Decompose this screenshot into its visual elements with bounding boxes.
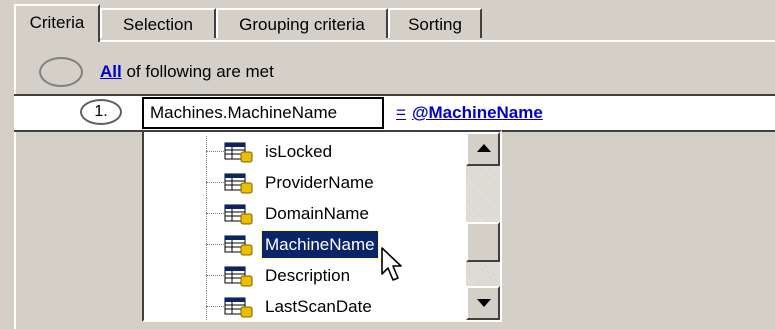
- condition-expression: = @MachineName: [396, 98, 543, 128]
- field-dropdown-list[interactable]: isLocked ProviderName DomainName Machine…: [142, 130, 502, 322]
- list-item[interactable]: ProviderName: [144, 167, 466, 198]
- group-condition-text: All of following are met: [100, 59, 274, 85]
- table-field-icon: [224, 142, 253, 163]
- list-item[interactable]: isLocked: [144, 136, 466, 167]
- list-item[interactable]: LastScanDate: [144, 291, 466, 320]
- group-condition-label: of following are met: [121, 62, 274, 81]
- condition-number-badge[interactable]: 1.: [80, 99, 122, 125]
- tab-grouping-criteria[interactable]: Grouping criteria: [216, 8, 388, 38]
- scroll-down-button[interactable]: [466, 286, 500, 320]
- tab-strip: Criteria Selection Grouping criteria Sor…: [14, 4, 534, 42]
- field-name: isLocked: [265, 142, 333, 161]
- operator-link[interactable]: =: [396, 103, 406, 122]
- tab-selection[interactable]: Selection: [100, 8, 216, 38]
- field-name: MachineName: [261, 230, 379, 259]
- field-name: DomainName: [265, 204, 369, 223]
- condition-row: [14, 94, 775, 132]
- query-criteria-editor: Criteria Selection Grouping criteria Sor…: [0, 0, 775, 329]
- table-field-icon: [224, 204, 253, 225]
- list-item[interactable]: DomainName: [144, 198, 466, 229]
- field-selector[interactable]: Machines.MachineName: [142, 97, 384, 129]
- arrow-up-icon: [477, 144, 491, 152]
- scroll-thumb[interactable]: [466, 222, 500, 262]
- field-name: Description: [265, 266, 351, 285]
- tab-sorting[interactable]: Sorting: [388, 8, 482, 38]
- field-name: LastScanDate: [265, 297, 372, 316]
- scroll-up-button[interactable]: [466, 132, 500, 166]
- list-item[interactable]: Description: [144, 260, 466, 291]
- table-field-icon: [224, 173, 253, 194]
- group-condition-toggle[interactable]: [39, 57, 83, 87]
- field-tree: isLocked ProviderName DomainName Machine…: [144, 132, 466, 320]
- value-link[interactable]: @MachineName: [412, 103, 543, 122]
- tab-criteria[interactable]: Criteria: [14, 4, 100, 42]
- list-scrollbar[interactable]: [466, 132, 500, 320]
- list-item-selected[interactable]: MachineName: [144, 229, 466, 260]
- table-field-icon: [224, 297, 253, 318]
- arrow-down-icon: [477, 299, 491, 307]
- table-field-icon: [224, 266, 253, 287]
- table-field-icon: [224, 235, 253, 256]
- quantifier-link[interactable]: All: [100, 62, 122, 81]
- field-name: ProviderName: [265, 173, 374, 192]
